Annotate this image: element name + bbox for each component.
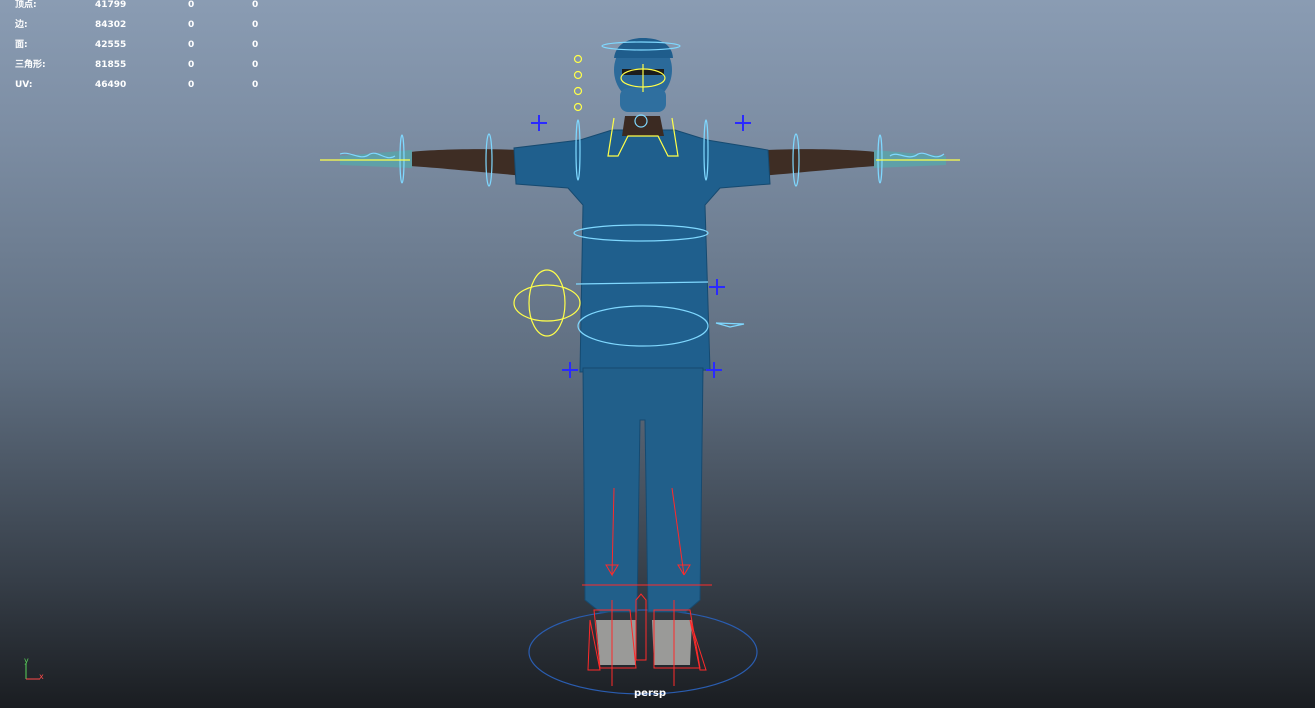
character-neck: [622, 116, 664, 136]
hip-arrow-control[interactable]: [715, 322, 745, 328]
character-rig-scene[interactable]: [0, 0, 1315, 708]
face-control-4[interactable]: [573, 102, 583, 112]
pole-vector-elbow-left[interactable]: [531, 115, 547, 131]
ground-control-circle[interactable]: [528, 609, 758, 695]
maya-viewport[interactable]: 顶点: 41799 0 0 边: 84302 0 0 面: 42555 0 0 …: [0, 0, 1315, 708]
character-shoes: [596, 620, 692, 665]
face-control-3[interactable]: [573, 86, 583, 96]
pole-vector-knee-left[interactable]: [562, 362, 578, 378]
view-axis-indicator: y x: [20, 655, 50, 685]
y-axis-label: y: [24, 656, 29, 665]
x-axis-label: x: [39, 672, 44, 681]
pole-vector-spine[interactable]: [709, 279, 725, 295]
pole-vector-elbow-right[interactable]: [735, 115, 751, 131]
ik-switch-control[interactable]: [528, 269, 566, 337]
camera-name-label: persp: [634, 688, 666, 699]
scrub-shirt: [513, 129, 771, 373]
ik-switch-control-ring[interactable]: [513, 284, 581, 322]
scrub-pants: [582, 367, 704, 613]
face-control-2[interactable]: [573, 70, 583, 80]
face-control-1[interactable]: [573, 54, 583, 64]
heel-right-control[interactable]: [689, 619, 707, 671]
